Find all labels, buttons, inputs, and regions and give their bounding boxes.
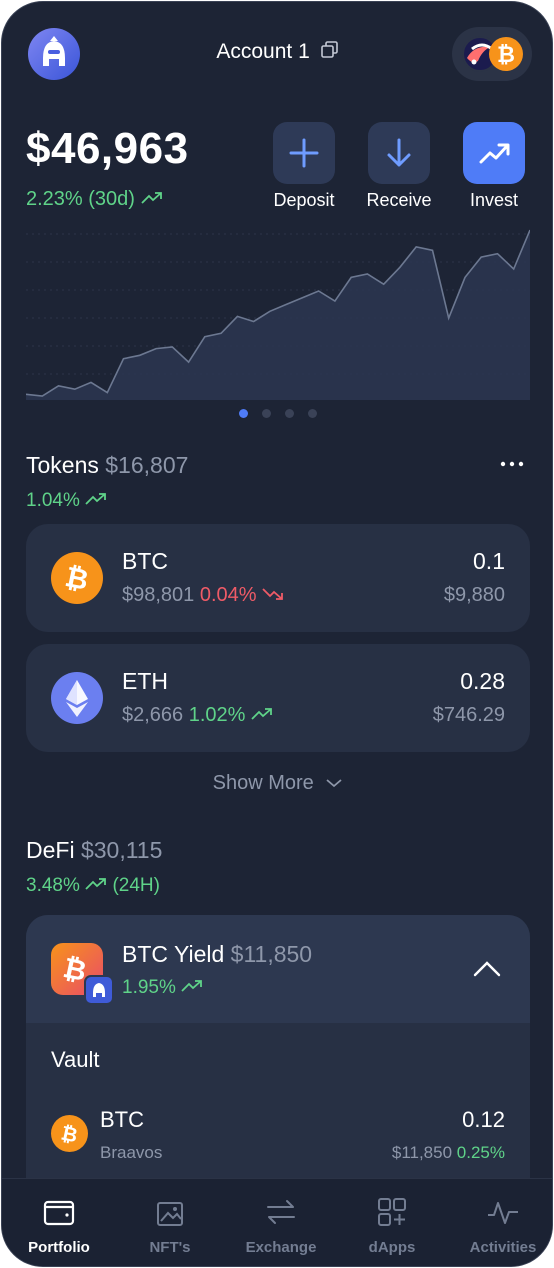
more-options-button[interactable]	[498, 450, 528, 478]
trend-up-icon	[85, 878, 107, 890]
chart-area	[26, 230, 530, 400]
token-price: $2,666	[122, 704, 184, 726]
vault-token-symbol: BTC	[100, 1107, 144, 1132]
position-change-value: 1.95%	[122, 977, 176, 998]
defi-position-card: ₿ BTC Yield $11,850 1.95% Vault ₿ BTC Br…	[26, 915, 530, 1215]
tokens-header: Tokens $16,807	[26, 452, 188, 479]
nav-exchange[interactable]: Exchange	[226, 1179, 336, 1266]
tokens-total: $16,807	[105, 452, 189, 478]
vault-value-row: $11,850 0.25%	[392, 1143, 505, 1163]
arrow-down-icon	[387, 138, 411, 167]
bitcoin-icon: ₿	[51, 1115, 88, 1152]
receive-button[interactable]	[368, 122, 430, 184]
swap-arrows-icon	[267, 1200, 295, 1224]
token-amount: 0.28	[460, 668, 505, 694]
position-change: 1.95%	[122, 977, 203, 999]
defi-position-header[interactable]: ₿ BTC Yield $11,850 1.95%	[26, 915, 530, 1023]
vault-value: $11,850	[391, 1143, 453, 1162]
trend-up-icon	[85, 493, 107, 505]
bottom-nav: Portfolio NFT's Exchange dApps Activitie…	[2, 1178, 552, 1266]
tokens-change-value: 1.04%	[26, 490, 80, 511]
invest-label: Invest	[469, 190, 519, 210]
trend-up-icon	[251, 708, 272, 720]
chart-pagination[interactable]	[2, 409, 552, 421]
token-change: 0.04%	[199, 584, 257, 606]
vault-change: 0.25%	[456, 1143, 505, 1162]
token-amount: 0.1	[473, 548, 505, 574]
more-horizontal-icon	[500, 461, 524, 467]
nav-nfts-label: NFT's	[149, 1239, 191, 1256]
bitcoin-icon: ₿	[51, 552, 103, 604]
svg-text:₿: ₿	[497, 42, 515, 67]
balance-chart[interactable]	[26, 222, 530, 400]
tokens-change: 1.04%	[26, 490, 107, 512]
braavos-badge-icon	[84, 975, 114, 1005]
vault-amount: 0.12	[462, 1107, 505, 1132]
defi-total: $30,115	[80, 837, 163, 863]
defi-header: DeFi $30,115	[26, 837, 162, 864]
chevron-down-icon	[326, 779, 342, 788]
vault-provider: Braavos	[100, 1143, 163, 1162]
network-badge[interactable]: ₿	[452, 27, 532, 81]
ethereum-icon	[51, 672, 103, 724]
grid-add-icon	[378, 1198, 406, 1226]
phone-screen: Account 1 ₿ $46,963 2.23% (30d) Deposit …	[1, 1, 553, 1267]
trend-up-icon	[479, 143, 510, 164]
defi-period: (24H)	[112, 875, 160, 896]
invest-button[interactable]	[463, 122, 525, 184]
nav-activities[interactable]: Activities	[448, 1179, 552, 1266]
nav-exchange-label: Exchange	[245, 1239, 317, 1256]
copy-icon[interactable]	[320, 40, 340, 60]
nav-dapps-label: dApps	[368, 1239, 416, 1256]
image-icon	[157, 1202, 183, 1226]
pagination-dot[interactable]	[285, 409, 294, 418]
token-value: $9,880	[443, 584, 505, 606]
deposit-button[interactable]	[273, 122, 335, 184]
nav-portfolio[interactable]: Portfolio	[4, 1179, 114, 1266]
total-balance: $46,963	[26, 124, 189, 173]
defi-change-value: 3.48%	[26, 875, 80, 896]
wallet-icon	[43, 1200, 75, 1226]
token-change: 1.02%	[188, 704, 246, 726]
pagination-dot[interactable]	[262, 409, 271, 418]
activity-pulse-icon	[488, 1202, 518, 1224]
chevron-up-icon[interactable]	[472, 959, 502, 979]
token-card-btc[interactable]: ₿ BTC $98,801 0.04% 0.1 $9,880	[26, 524, 530, 632]
defi-change: 3.48% (24H)	[26, 875, 160, 897]
position-value: $11,850	[230, 941, 313, 967]
nav-activities-label: Activities	[469, 1239, 537, 1256]
pagination-dot[interactable]	[308, 409, 317, 418]
token-price: $98,801	[122, 584, 195, 606]
plus-icon	[289, 138, 319, 168]
nav-nfts[interactable]: NFT's	[115, 1179, 225, 1266]
position-title: BTC Yield $11,850	[122, 941, 312, 968]
nav-portfolio-label: Portfolio	[28, 1239, 90, 1256]
vault-item-btc[interactable]: ₿ BTC Braavos 0.12 $11,850 0.25%	[26, 1095, 530, 1175]
starknet-bitcoin-icon: ₿	[462, 36, 523, 72]
svg-text:₿: ₿	[63, 561, 92, 596]
account-name: Account 1	[216, 40, 310, 63]
show-more-button[interactable]: Show More	[2, 772, 552, 795]
trend-down-icon	[262, 588, 284, 600]
defi-title: DeFi	[26, 837, 75, 863]
position-name: BTC Yield	[122, 941, 225, 967]
nav-dapps[interactable]: dApps	[337, 1179, 447, 1266]
tokens-title: Tokens	[26, 452, 99, 478]
trend-up-icon	[140, 192, 162, 204]
token-symbol: ETH	[122, 668, 168, 694]
deposit-label: Deposit	[273, 190, 335, 210]
trend-up-icon	[181, 980, 203, 992]
balance-change: 2.23% (30d)	[26, 188, 163, 211]
token-symbol: BTC	[122, 548, 168, 574]
token-price-row: $2,666 1.02%	[122, 704, 273, 727]
pagination-dot[interactable]	[239, 409, 248, 418]
show-more-label: Show More	[212, 772, 314, 794]
balance-change-value: 2.23% (30d)	[26, 188, 135, 210]
token-card-eth[interactable]: ETH $2,666 1.02% 0.28 $746.29	[26, 644, 530, 752]
token-value: $746.29	[432, 704, 505, 726]
receive-label: Receive	[366, 190, 432, 210]
svg-text:₿: ₿	[59, 1123, 80, 1148]
vault-label: Vault	[51, 1047, 100, 1072]
token-price-row: $98,801 0.04%	[122, 584, 284, 607]
